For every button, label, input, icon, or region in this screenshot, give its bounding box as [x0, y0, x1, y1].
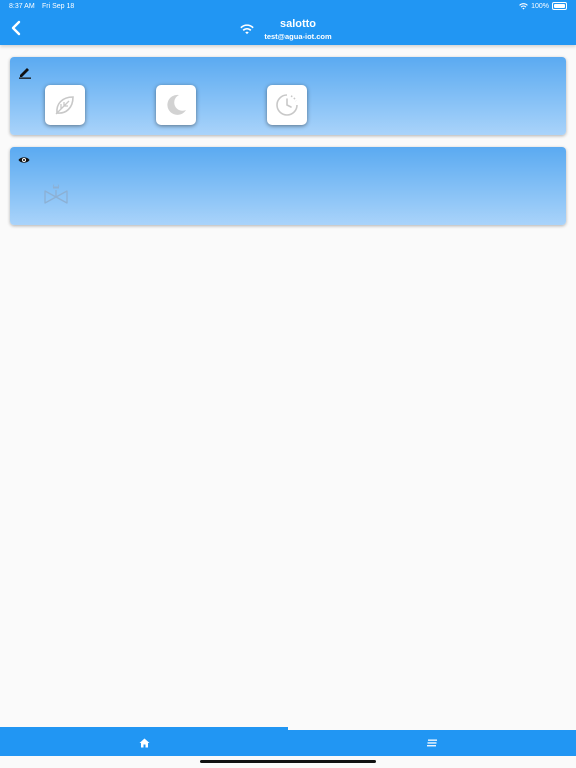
status-wifi-icon [519, 2, 528, 9]
battery-icon [552, 2, 567, 10]
tab-home[interactable] [0, 730, 288, 756]
battery-percent: 100% [531, 2, 549, 10]
menu-icon [427, 739, 437, 747]
chevron-left-icon [11, 20, 21, 36]
modes-card [10, 57, 566, 135]
status-bar: 8:37 AM Fri Sep 18 100% [0, 0, 576, 14]
back-button[interactable] [9, 20, 25, 38]
timer-mode-button[interactable] [267, 85, 307, 125]
bottom-navigation [0, 730, 576, 756]
account-email: test@agua-iot.com [264, 32, 332, 41]
app-header: 8:37 AM Fri Sep 18 100% salotto test@agu… [0, 0, 576, 45]
valve-icon [44, 184, 68, 204]
night-mode-button[interactable] [156, 85, 196, 125]
pencil-icon [19, 68, 31, 79]
moon-icon [167, 94, 186, 115]
status-time: 8:37 AM [9, 3, 35, 10]
home-indicator [200, 760, 376, 763]
eye-icon [18, 157, 30, 163]
home-icon [139, 738, 149, 748]
eco-mode-button[interactable] [45, 85, 85, 125]
status-card [10, 147, 566, 225]
leaf-icon [55, 96, 74, 115]
wifi-icon [240, 24, 254, 35]
status-date: Fri Sep 18 [42, 3, 75, 10]
clock-icon [276, 94, 298, 116]
page-title: salotto [279, 18, 317, 30]
status-right: 100% [519, 2, 567, 10]
tab-menu[interactable] [288, 730, 576, 756]
